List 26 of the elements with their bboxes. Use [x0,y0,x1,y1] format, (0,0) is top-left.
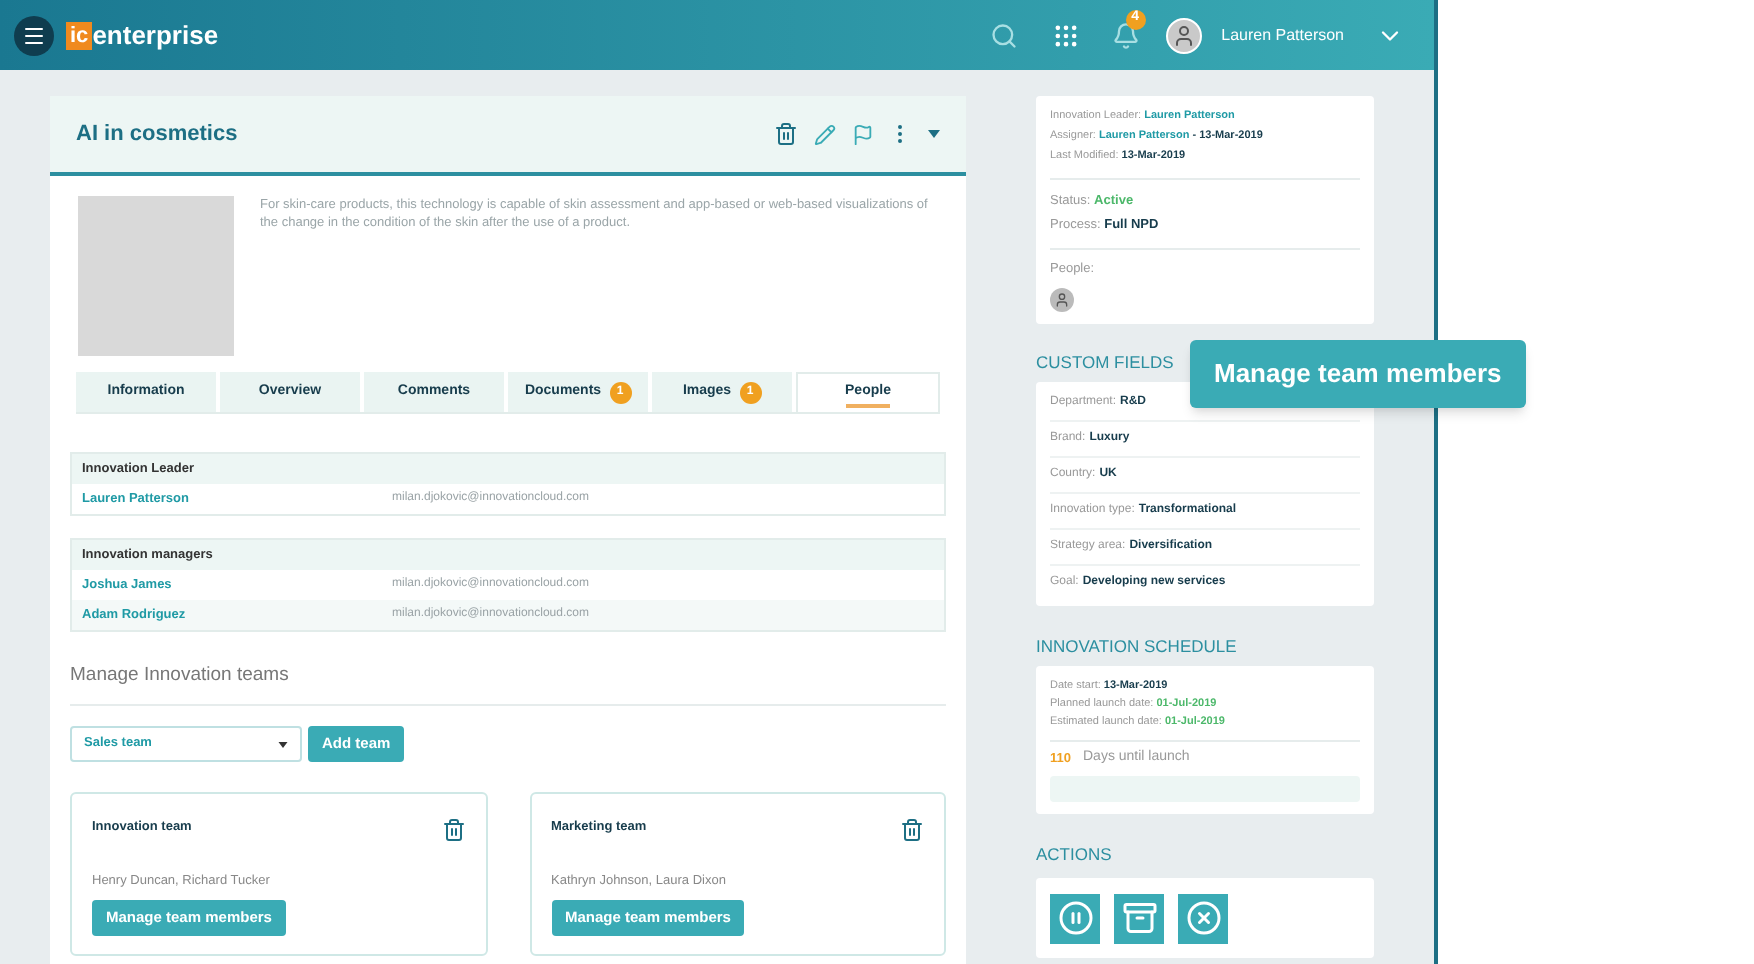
caret-icon [278,741,288,747]
section-title: ACTIONS [1036,841,1112,867]
menu-icon [22,23,46,47]
apps-grid-icon[interactable] [1051,21,1080,49]
trash-icon[interactable] [774,122,798,146]
menu-button[interactable] [14,15,54,55]
user-avatar[interactable] [1165,17,1202,53]
user-name[interactable]: Lauren Patterson [1221,23,1344,47]
section-title: INNOVATION SCHEDULE [1036,633,1237,659]
project-title: AI in cosmetics [76,119,238,150]
person-avatar[interactable] [1050,287,1074,312]
pause-action-button[interactable] [1050,893,1100,943]
section-title: CUSTOM FIELDS [1036,349,1174,375]
tooltip: Manage team members [1190,340,1526,408]
archive-action-button[interactable] [1114,893,1164,943]
reject-action-button[interactable] [1178,893,1228,943]
flag-icon[interactable] [852,123,874,145]
search-icon[interactable] [989,21,1018,49]
logo-text: enterprise [92,17,219,54]
bell-icon[interactable] [1111,21,1140,49]
trash-icon[interactable] [441,818,465,842]
pencil-icon[interactable] [814,123,836,145]
trash-icon[interactable] [900,818,924,842]
section-title: Manage Innovation teams [70,664,289,686]
caret-icon[interactable] [928,130,940,138]
logo-badge: ic [66,21,93,49]
